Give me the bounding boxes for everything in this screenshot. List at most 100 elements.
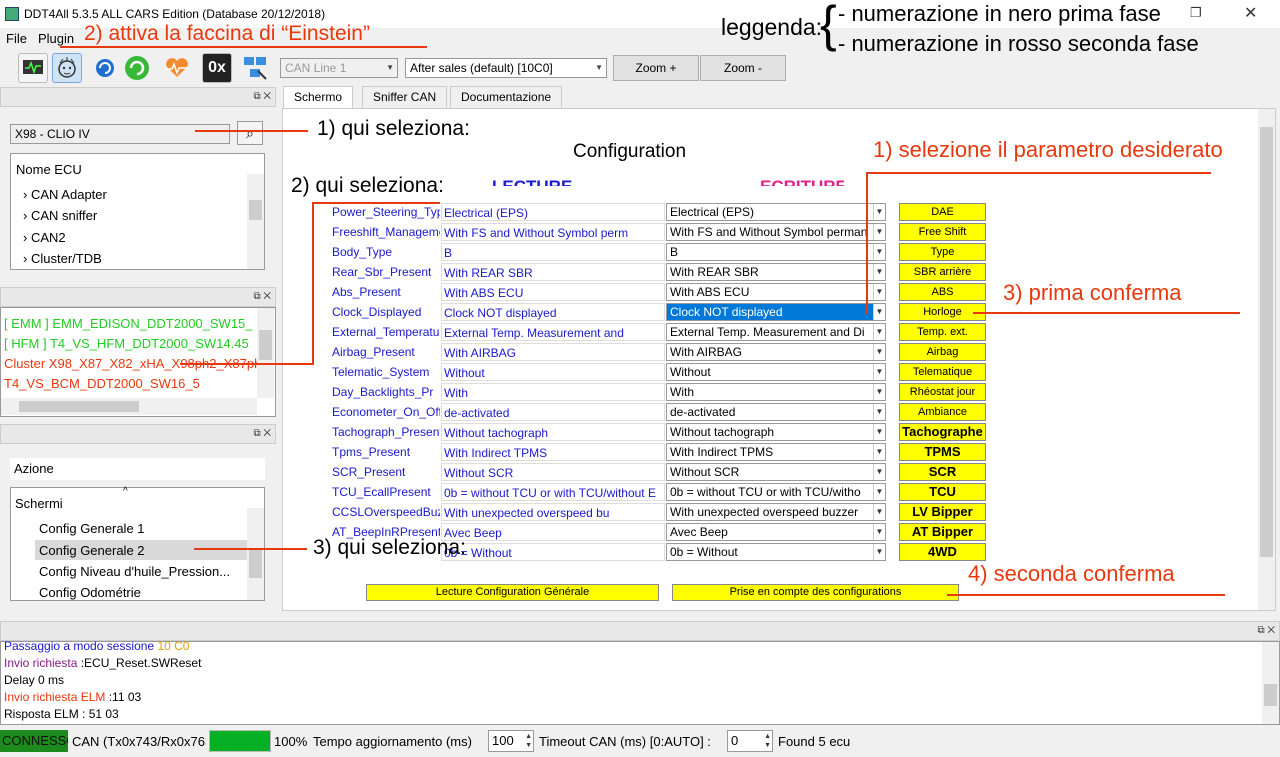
legend-label: leggenda:: [721, 14, 823, 40]
dock-float-close-icon[interactable]: ⧉ ✕: [253, 91, 271, 102]
param-write-select[interactable]: B ▼: [666, 243, 886, 261]
log-panel: Passaggio a modo sessione 10 C0 Invio ric…: [0, 639, 1280, 725]
param-confirm-button[interactable]: ABS: [899, 283, 986, 301]
param-confirm-button[interactable]: Telematique: [899, 363, 986, 381]
param-confirm-button[interactable]: SCR: [899, 463, 986, 481]
screen-item[interactable]: Config Odométrie: [39, 585, 141, 600]
param-confirm-button[interactable]: SBR arrière: [899, 263, 986, 281]
param-confirm-button[interactable]: Temp. ext.: [899, 323, 986, 341]
param-write-select[interactable]: With Indirect TPMS ▼: [666, 443, 886, 461]
param-write-select[interactable]: Avec Beep ▼: [666, 523, 886, 541]
tree-item[interactable]: › CAN Adapter: [23, 187, 107, 202]
param-confirm-button[interactable]: Airbag: [899, 343, 986, 361]
param-confirm-button[interactable]: AT Bipper: [899, 523, 986, 541]
ecu-list-item[interactable]: [ EMM ] EMM_EDISON_DDT2000_SW15_: [4, 316, 253, 331]
param-confirm-button[interactable]: Type: [899, 243, 986, 261]
content-scrollbar[interactable]: [1258, 109, 1275, 610]
param-write-select[interactable]: With FS and Without Symbol perman ▼: [666, 223, 886, 241]
param-row: Econometer_On_Off de-activated de-activate…: [332, 403, 992, 423]
ecu-list-item[interactable]: [ HFM ] T4_VS_HFM_DDT2000_SW14.45: [4, 336, 249, 351]
maximize-icon[interactable]: ❐: [1190, 5, 1202, 21]
log-line: Risposta ELM : 51 03: [4, 707, 119, 721]
log-segment: :11 03: [108, 690, 142, 704]
log-scrollbar[interactable]: [1262, 642, 1279, 724]
close-icon[interactable]: ✕: [1244, 3, 1257, 23]
param-write-select[interactable]: With unexpected overspeed buzzer ▼: [666, 503, 886, 521]
vehicle-select[interactable]: X98 - CLIO IV: [10, 124, 230, 144]
param-confirm-button[interactable]: TCU: [899, 483, 986, 501]
hex-icon[interactable]: 0x: [202, 53, 232, 83]
screen-item-selected[interactable]: Config Generale 2: [39, 543, 145, 558]
monitor-icon[interactable]: [18, 53, 48, 83]
menu-file[interactable]: File: [6, 31, 27, 46]
chevron-right-icon: ›: [23, 251, 28, 266]
log-line: Invio richiesta :ECU_Reset.SWReset: [4, 656, 201, 670]
param-write-select[interactable]: With ABS ECU ▼: [666, 283, 886, 301]
param-confirm-button[interactable]: Rhéostat jour: [899, 383, 986, 401]
param-write-select[interactable]: 0b = Without ▼: [666, 543, 886, 561]
log-segment: Passaggio a modo sessione: [4, 639, 158, 653]
param-write-select[interactable]: With AIRBAG ▼: [666, 343, 886, 361]
screens-scrollbar[interactable]: [247, 508, 264, 600]
param-write-select[interactable]: de-activated ▼: [666, 403, 886, 421]
param-write-select[interactable]: With ▼: [666, 383, 886, 401]
write-config-button[interactable]: Prise en compte des configurations: [672, 584, 959, 601]
refresh-spinbox[interactable]: 100 ▲ ▼: [488, 730, 534, 752]
ecu-list-scrollbar[interactable]: [257, 308, 274, 398]
param-write-select[interactable]: Electrical (EPS) ▼: [666, 203, 886, 221]
tab-documentazione[interactable]: Documentazione: [450, 86, 563, 108]
tab-schermo[interactable]: Schermo: [283, 86, 354, 110]
param-write-select[interactable]: Without SCR ▼: [666, 463, 886, 481]
session-select[interactable]: After sales (default) [10C0] ▼: [405, 58, 607, 78]
param-confirm-button[interactable]: Tachographe: [899, 423, 986, 441]
param-confirm-button[interactable]: TPMS: [899, 443, 986, 461]
zoom-out-button[interactable]: Zoom -: [700, 55, 786, 81]
param-write-select[interactable]: 0b = without TCU or with TCU/witho ▼: [666, 483, 886, 501]
refresh-icon[interactable]: [90, 53, 120, 83]
param-confirm-button[interactable]: LV Bipper: [899, 503, 986, 521]
ecu-list-items: [ EMM ] EMM_EDISON_DDT2000_SW15_ [ HFM ] …: [4, 316, 257, 396]
green-refresh-icon[interactable]: [122, 53, 152, 83]
param-write-select[interactable]: Without ▼: [666, 363, 886, 381]
tree-item[interactable]: › Cluster/TDB: [23, 251, 102, 266]
param-confirm-button[interactable]: Free Shift: [899, 223, 986, 241]
tree-item[interactable]: › CAN2: [23, 230, 66, 245]
param-read-value: Electrical (EPS): [441, 203, 665, 221]
zoom-in-button[interactable]: Zoom +: [613, 55, 699, 81]
screen-item[interactable]: Config Niveau d'huile_Pression...: [39, 564, 245, 579]
param-confirm-button[interactable]: Ambiance: [899, 403, 986, 421]
heartbeat-icon[interactable]: [162, 53, 192, 83]
param-read-value: External Temp. Measurement and: [441, 323, 665, 341]
dock-float-close-icon[interactable]: ⧉ ✕: [253, 428, 271, 439]
screen-item[interactable]: Config Generale 1: [39, 521, 145, 536]
spin-arrows-icon[interactable]: ▲ ▼: [525, 732, 532, 750]
param-read-value: With Indirect TPMS: [441, 443, 665, 461]
einstein-face-icon[interactable]: [52, 53, 82, 83]
tree-item[interactable]: › CAN sniffer: [23, 208, 97, 223]
menu-plugin[interactable]: Plugin: [38, 31, 74, 46]
param-confirm-button[interactable]: 4WD: [899, 543, 986, 561]
ecu-list-item[interactable]: T4_VS_BCM_DDT2000_SW16_5: [4, 376, 200, 391]
param-confirm-button[interactable]: DAE: [899, 203, 986, 221]
param-write-select[interactable]: Clock NOT displayed ▼: [666, 303, 886, 321]
param-write-select[interactable]: With REAR SBR ▼: [666, 263, 886, 281]
tab-sniffer-can[interactable]: Sniffer CAN: [362, 86, 448, 108]
timeout-value: 0: [731, 733, 739, 748]
found-ecu: Found 5 ecu: [778, 734, 851, 749]
param-read-value: Without tachograph: [441, 423, 665, 441]
timeout-spinbox[interactable]: 0 ▲ ▼: [727, 730, 773, 752]
ecu-tree-scrollbar[interactable]: [247, 174, 264, 269]
ecu-list-hscrollbar[interactable]: [1, 398, 257, 415]
param-write-select[interactable]: External Temp. Measurement and Di ▼: [666, 323, 886, 341]
dock-float-close-icon[interactable]: ⧉ ✕: [253, 291, 271, 302]
anno-line: [866, 172, 1211, 174]
lecture-header: LECTURE: [492, 172, 574, 186]
read-config-button[interactable]: Lecture Configuration Générale: [366, 584, 659, 601]
param-write-select[interactable]: Without tachograph ▼: [666, 423, 886, 441]
spin-arrows-icon[interactable]: ▲ ▼: [764, 732, 771, 750]
dock-float-close-icon[interactable]: ⧉ ✕: [1257, 625, 1275, 636]
connected-status: CONNESSO: [0, 730, 68, 752]
network-click-icon[interactable]: [240, 53, 270, 83]
chevron-down-icon: ▼: [873, 224, 885, 240]
search-icon[interactable]: ⌕: [237, 121, 263, 145]
